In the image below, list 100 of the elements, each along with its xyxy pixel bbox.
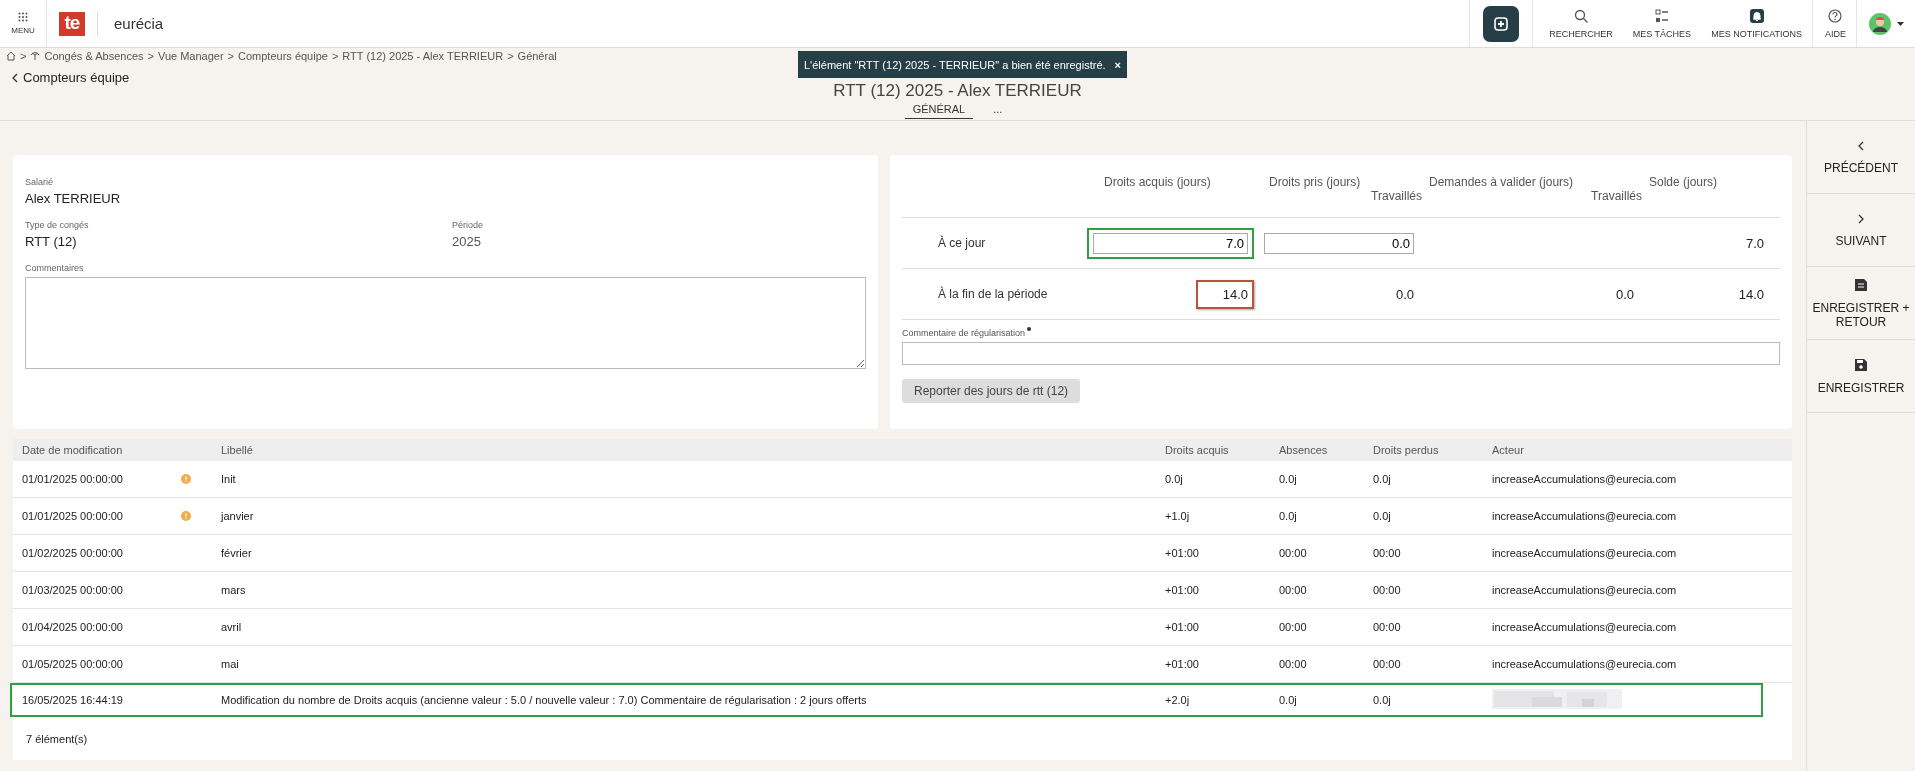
field-label: Commentaires xyxy=(25,263,85,273)
table-cell-text: 01/04/2025 00:00:00 xyxy=(22,621,124,633)
sidebar-previous-button[interactable]: PRÉCÉDENT xyxy=(1807,121,1915,194)
logo[interactable]: te xyxy=(59,12,85,36)
table-cell-text: 00:00 xyxy=(1279,547,1308,559)
toast-message: L'élément "RTT (12) 2025 - TERRIEUR" a bien été enregistré. × xyxy=(798,51,1127,78)
table-cell-text: 0.0j xyxy=(1279,473,1298,485)
sidebar-save-button[interactable]: ENREGISTRER xyxy=(1807,340,1915,413)
add-button[interactable] xyxy=(1483,5,1520,42)
help-icon xyxy=(1828,8,1843,23)
cell-value: 0.0 xyxy=(1615,286,1634,302)
search-icon xyxy=(1574,8,1588,23)
column-header: Absences xyxy=(1279,444,1329,456)
table-cell-text: 16/05/2025 16:44:19 xyxy=(22,694,124,706)
table-cell-text: increaseAccumulations@eurecia.com xyxy=(1492,547,1678,559)
column-header: Droits acquis (jours) xyxy=(1103,175,1212,189)
field-value: 2025 xyxy=(452,234,482,249)
breadcrumb-separator: > xyxy=(20,50,27,62)
column-header: Demandes à valider (jours) xyxy=(1428,175,1575,189)
comments-field[interactable] xyxy=(25,277,866,369)
chevron-right-icon xyxy=(1858,214,1864,224)
close-button[interactable]: × xyxy=(1114,58,1121,71)
cell-value: 14.0 xyxy=(1738,286,1764,302)
page-title: RTT (12) 2025 - Alex TERRIEUR xyxy=(832,81,1083,101)
row-label: À ce jour xyxy=(937,236,987,250)
number-field[interactable]: 0.0 xyxy=(1264,232,1414,254)
table-cell-text: +01:00 xyxy=(1165,547,1200,559)
bell-icon xyxy=(1749,8,1764,23)
chevron-left-icon xyxy=(1858,141,1864,151)
toolbar-help-button[interactable]: AIDE xyxy=(1812,0,1856,47)
table-cell-text: février xyxy=(221,547,253,559)
tab[interactable]: ... xyxy=(985,101,1011,119)
number-field[interactable]: 7.0 xyxy=(1093,232,1248,254)
brand-name: eurécia xyxy=(97,12,164,36)
field-value: RTT (12) xyxy=(25,234,78,249)
table-cell-text: 00:00 xyxy=(1279,584,1308,596)
table-cell-text: Init xyxy=(221,473,237,485)
table-cell-text: janvier xyxy=(221,510,255,522)
breadcrumb-link[interactable]: RTT (12) 2025 - Alex TERRIEUR xyxy=(342,50,504,62)
field-label: Salarié xyxy=(25,177,54,187)
toolbar-tasks-button[interactable]: MES TÂCHES xyxy=(1622,0,1702,47)
breadcrumb-link[interactable]: Compteurs équipe xyxy=(238,50,328,62)
toolbar-search-button[interactable]: RECHERCHER xyxy=(1533,0,1623,47)
table-cell-text: 0.0j xyxy=(1279,510,1298,522)
table-cell-text: +01:00 xyxy=(1165,621,1200,633)
comment-field[interactable] xyxy=(902,342,1780,365)
breadcrumb-separator: > xyxy=(227,50,235,62)
table-cell-text: 0.0j xyxy=(1165,473,1184,485)
toolbar-notifications-button[interactable]: MES NOTIFICATIONS xyxy=(1701,0,1812,47)
table-cell-text: 0.0j xyxy=(1373,510,1392,522)
table-cell-text: 01/01/2025 00:00:00 xyxy=(22,473,124,485)
plus-icon xyxy=(1494,16,1509,31)
table-cell-text: 00:00 xyxy=(1279,658,1308,670)
table-cell-text: +01:00 xyxy=(1165,658,1200,670)
caret-icon xyxy=(1896,21,1904,26)
checklist-icon xyxy=(1654,8,1669,23)
table-cell-text: +01:00 xyxy=(1165,584,1200,596)
floppy-arrows-icon xyxy=(1855,279,1867,291)
sidebar-next-button[interactable]: SUIVANT xyxy=(1807,194,1915,267)
breadcrumb-link[interactable]: Vue Manager xyxy=(157,50,224,62)
column-header: Droits perdus xyxy=(1373,444,1440,456)
chevron-left-icon xyxy=(12,72,18,83)
tab[interactable]: GÉNÉRAL xyxy=(904,101,974,119)
sidebar-save-return-button[interactable]: ENREGISTRER + RETOUR xyxy=(1807,267,1915,340)
field-value: Alex TERRIEUR xyxy=(25,191,122,206)
column-header: Droits acquis xyxy=(1165,444,1230,456)
table-cell-text: 00:00 xyxy=(1279,621,1308,633)
table-cell-text: 0.0j xyxy=(1373,473,1392,485)
cell-value: 7.0 xyxy=(1745,235,1764,251)
table-cell-text: 00:00 xyxy=(1373,621,1402,633)
table-cell-text: increaseAccumulations@eurecia.com xyxy=(1492,510,1678,522)
floppy-icon xyxy=(1855,359,1867,371)
field-label: Type de congés xyxy=(25,220,90,230)
cell-value: 14.0 xyxy=(1195,279,1254,309)
menu-button[interactable]: MENU xyxy=(0,0,47,47)
table-cell-text: avril xyxy=(221,621,243,633)
breadcrumb-link[interactable]: Congés & Absences xyxy=(44,50,144,62)
table-cell-text: 00:00 xyxy=(1373,584,1402,596)
menu-icon xyxy=(18,12,28,22)
column-header: Date de modification xyxy=(22,444,124,456)
field-label: Période xyxy=(452,220,485,230)
field-label: Commentaire de régularisation xyxy=(902,328,1026,338)
column-subheader: Travaillés xyxy=(1590,189,1642,203)
table-cell-text: 01/05/2025 00:00:00 xyxy=(22,658,124,670)
carry-over-button[interactable]: Reporter des jours de rtt (12) xyxy=(902,379,1081,403)
table-cell-text: increaseAccumulations@eurecia.com xyxy=(1492,584,1678,596)
breadcrumb-separator: > xyxy=(331,50,339,62)
column-header: Droits pris (jours) xyxy=(1268,175,1362,189)
table-cell-text: 0.0j xyxy=(1279,694,1298,706)
breadcrumb-separator: > xyxy=(147,50,154,62)
table-cell-text: 01/02/2025 00:00:00 xyxy=(22,547,124,559)
table-cell-text: 01/01/2025 00:00:00 xyxy=(22,510,124,522)
table-cell-text: increaseAccumulations@eurecia.com xyxy=(1492,473,1678,485)
table-cell-text: Modification du nombre de Droits acquis (ancienne valeur : 5.0 / nouvelle valeur : 7.0) Commentaire de régularisation : 2 jours offerts xyxy=(221,694,868,706)
table-cell-text: 01/03/2025 00:00:00 xyxy=(22,584,124,596)
back-link[interactable]: Compteurs équipe xyxy=(12,70,130,85)
breadcrumb-link[interactable]: Général xyxy=(517,50,557,62)
breadcrumb-separator: > xyxy=(507,50,514,62)
item-count: 7 élément(s) xyxy=(26,732,88,745)
column-header: Solde (jours) xyxy=(1648,175,1719,189)
